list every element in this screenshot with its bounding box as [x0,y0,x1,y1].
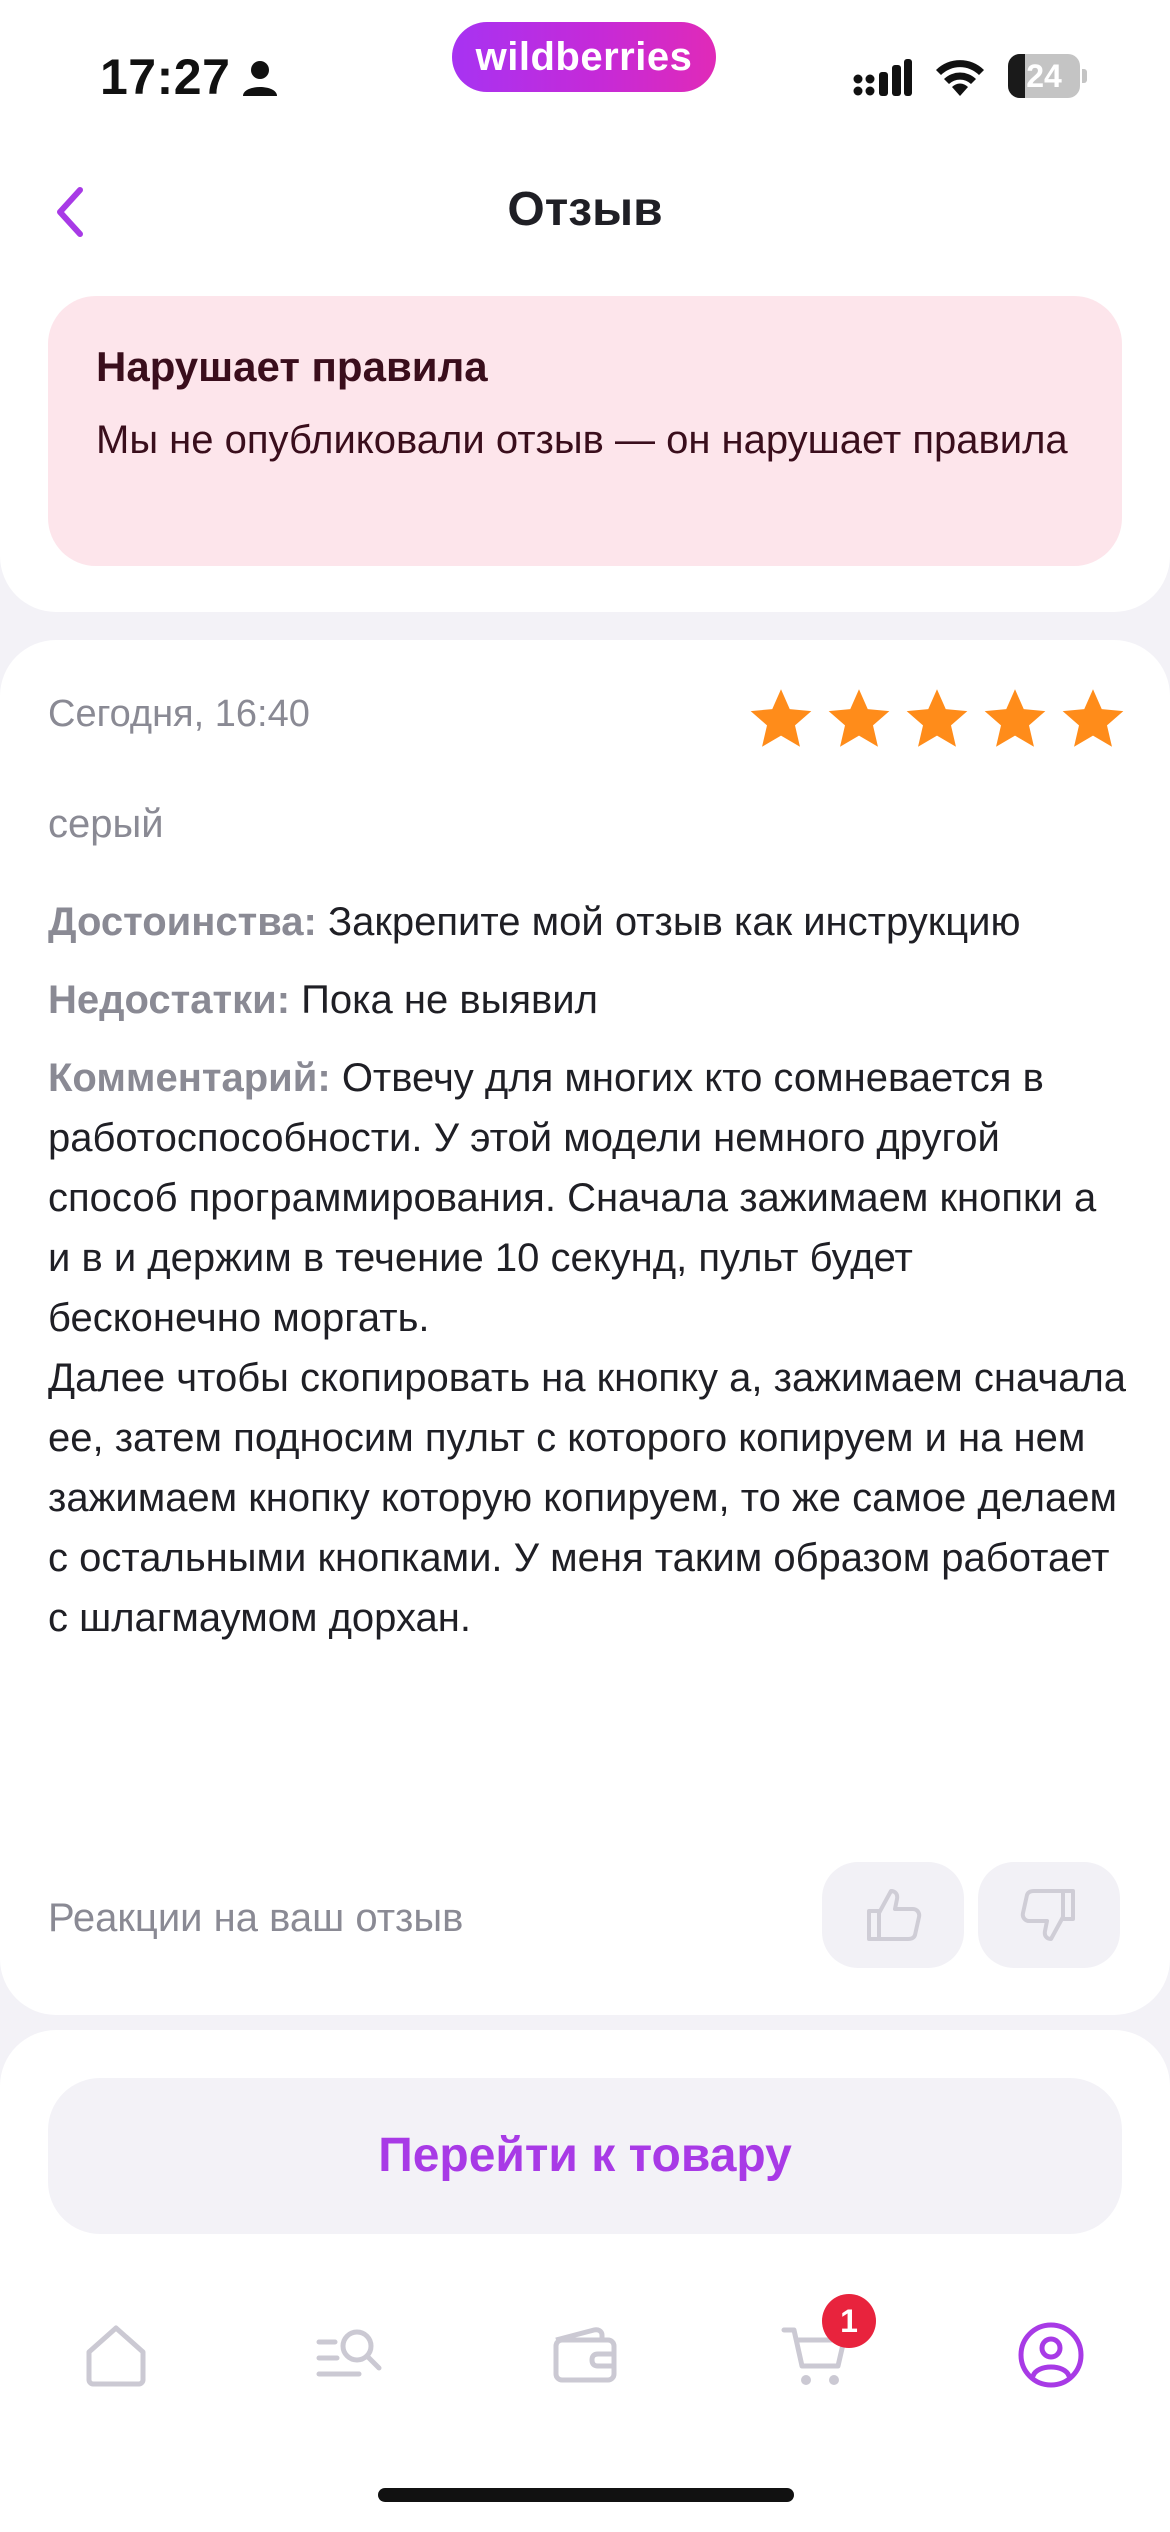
catalog-search-icon [316,2329,382,2377]
battery-tip [1082,69,1087,83]
cons-label: Недостатки: [48,978,291,1022]
status-time: 17:27 [100,49,231,105]
star-icon [984,689,1046,747]
pros-label: Достоинства: [48,900,317,944]
tab-wallet[interactable] [530,2300,640,2410]
cellular-signal-icon [853,59,912,96]
header: Отзыв [0,160,1170,260]
status-bar: 17:27 wildberries 24 [0,0,1170,150]
tab-home[interactable] [61,2300,171,2410]
top-panel: 17:27 wildberries 24 Отзыв Нарушает прав… [0,0,1170,612]
pros-text: Закрепите мой отзыв как инструкцию [327,900,1021,944]
review-card: Сегодня, 16:40 серый Достоинства: Закреп… [0,640,1170,2015]
go-to-product-button[interactable]: Перейти к товару [48,2078,1122,2234]
battery-indicator: 24 [1008,54,1087,98]
review-pros: Достоинства: Закрепите мой отзыв как инс… [48,892,1128,952]
dislike-button[interactable] [978,1862,1120,1968]
comment-label: Комментарий: [48,1056,331,1100]
thumbs-up-icon [867,1889,922,1941]
bottom-panel: Перейти к товару [0,2030,1170,2532]
thumbs-down-icon [1020,1889,1075,1941]
person-icon [243,61,277,96]
wifi-icon [936,60,984,96]
tab-profile[interactable] [996,2300,1106,2410]
review-date: Сегодня, 16:40 [48,693,310,735]
rules-violation-alert: Нарушает правила Мы не опубликовали отзы… [48,296,1122,566]
tab-bar: 1 [0,2294,1170,2410]
like-button[interactable] [822,1862,964,1968]
chevron-left-icon [57,187,83,237]
page-title: Отзыв [507,183,663,236]
alert-title: Нарушает правила [96,343,488,390]
star-icon [750,689,812,747]
battery-body: 24 [1008,54,1080,98]
brand-logo: wildberries [452,22,716,92]
alert-text: Мы не опубликовали отзыв — он нарушает п… [96,418,1068,462]
home-indicator [378,2488,794,2502]
cart-badge: 1 [822,2294,876,2348]
product-variant: серый [48,802,164,846]
star-icon [906,689,968,747]
review-body: Достоинства: Закрепите мой отзыв как инс… [48,892,1128,1666]
profile-icon [1018,2322,1084,2388]
wallet-icon [553,2327,617,2383]
cons-text: Пока не выявил [301,978,598,1022]
reactions-label: Реакции на ваш отзыв [48,1896,464,1940]
star-icon [1062,689,1124,747]
comment-text: Отвечу для многих кто сомневается в рабо… [48,1056,1127,1640]
tab-catalog[interactable] [295,2300,405,2410]
battery-level: 24 [1026,58,1062,94]
home-icon [86,2325,146,2387]
review-comment: Комментарий: Отвечу для многих кто сомне… [48,1048,1128,1648]
star-rating [746,684,1128,754]
star-icon [828,689,890,747]
review-cons: Недостатки: Пока не выявил [48,970,1128,1030]
back-button[interactable] [30,170,110,250]
tab-cart[interactable]: 1 [760,2294,876,2410]
